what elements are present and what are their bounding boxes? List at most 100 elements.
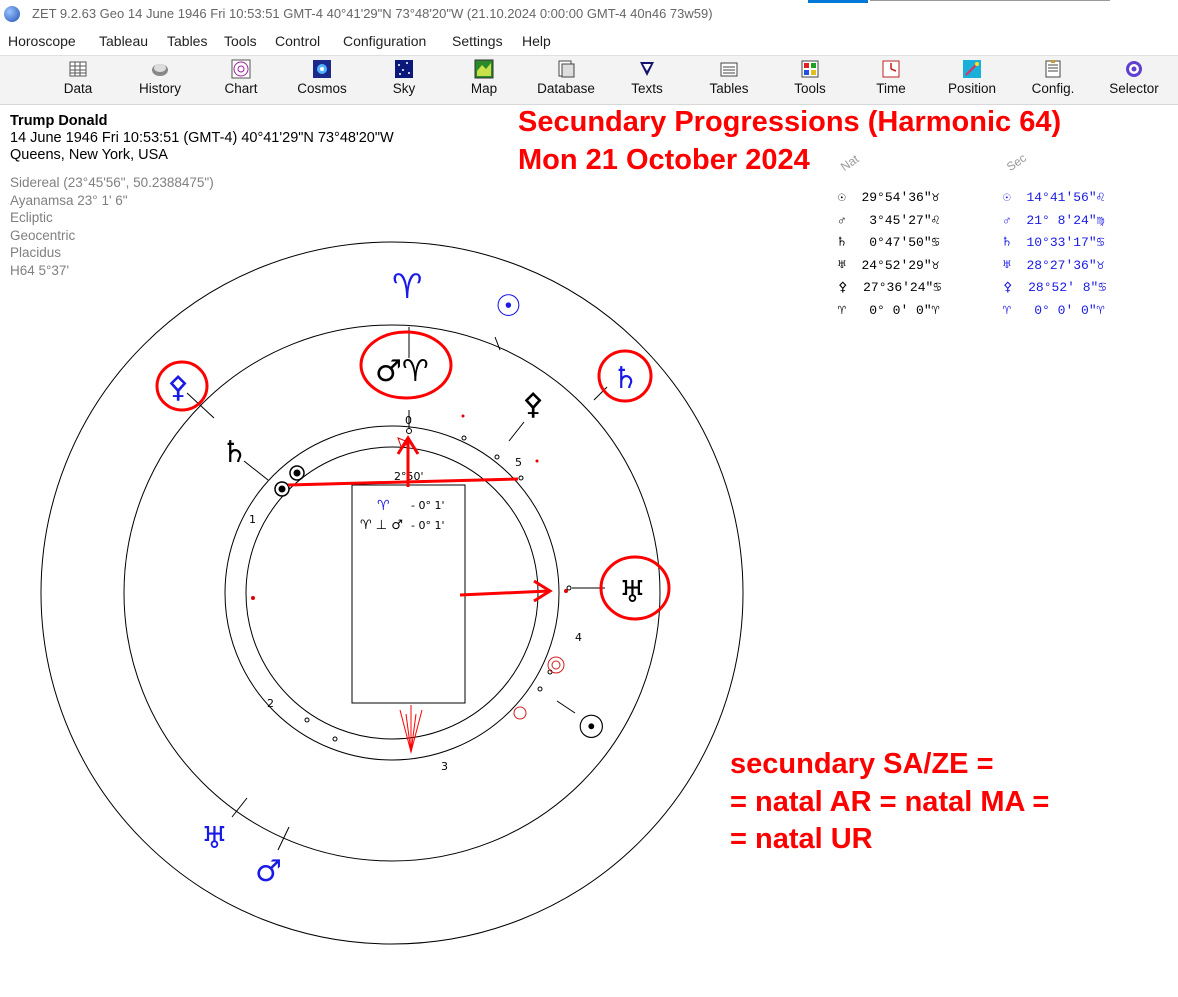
menu-tables[interactable]: Tables xyxy=(167,33,207,49)
house-label-0: 0 xyxy=(405,414,412,427)
toolbar-position-button[interactable]: Position xyxy=(937,59,1007,96)
toolbar-database-label: Database xyxy=(537,81,595,96)
menu-settings[interactable]: Settings xyxy=(452,33,503,49)
toolbar-selector-label: Selector xyxy=(1109,81,1159,96)
red-marker xyxy=(564,589,568,593)
highlight-saturn xyxy=(597,349,653,403)
sun-glyph-outer: ☉ xyxy=(495,289,522,324)
tools-icon xyxy=(801,60,819,78)
house-label-3: 3 xyxy=(441,760,448,773)
secundary-sign: ♌ xyxy=(1096,190,1105,205)
tables-icon xyxy=(720,62,738,77)
secundary-position: 14°41'56" xyxy=(1026,190,1097,205)
config-icon xyxy=(1045,60,1061,78)
house-label-1: 1 xyxy=(249,513,256,526)
secundary-position: 10°33'17" xyxy=(1026,235,1097,250)
toolbar-chart-label: Chart xyxy=(224,81,258,96)
secundary-glyph: ♈ xyxy=(1003,302,1027,318)
toolbar-chart-button[interactable]: Chart xyxy=(206,59,276,96)
setting-zodiac: Sidereal (23°45'56", 50.2388475") xyxy=(10,175,214,190)
secundary-positions-table: ☉ 14°41'56"♌ ♂ 21° 8'24"♍ ♄ 10°33'17"♋ ♅ 28… xyxy=(1003,187,1106,322)
toolbar-map-button[interactable]: Map xyxy=(449,59,519,96)
toolbar-config-label: Config. xyxy=(1031,81,1075,96)
toolbar-tables-button[interactable]: Tables xyxy=(694,59,764,96)
chart-settings: Sidereal (23°45'56", 50.2388475") Ayanam… xyxy=(10,174,214,279)
toolbar-cosmos-button[interactable]: Cosmos xyxy=(287,59,357,96)
sa-ze-glyph-inner: ⚴ xyxy=(522,387,544,422)
secundary-row: ⚴ 28°52' 8"♋ xyxy=(1003,277,1106,300)
middle-ring xyxy=(123,324,661,862)
natal-sign: ♌ xyxy=(931,212,940,228)
toolbar-database-button[interactable]: Database xyxy=(531,59,601,96)
annotation-note-1: secundary SA/ZE = xyxy=(730,748,994,780)
menu-horoscope[interactable]: Horoscope xyxy=(8,33,76,49)
aspect-mars-aries: ♈ ⊥ ♂ xyxy=(360,518,403,533)
red-small-triangle xyxy=(397,437,409,450)
saturn-bullseye-center xyxy=(293,469,301,477)
menu-bar: Horoscope Tableau Tables Tools Control C… xyxy=(0,31,1178,53)
saturn-glyph-outer: ♄ xyxy=(612,361,639,396)
toolbar-tools-button[interactable]: Tools xyxy=(775,59,845,96)
sec-column-header: Sec xyxy=(1003,150,1029,174)
natal-position: 29°54'36" xyxy=(861,190,932,205)
inner-ring-inner xyxy=(245,446,539,740)
toolbar-config-button[interactable]: Config. xyxy=(1018,59,1088,96)
map-icon xyxy=(474,59,494,79)
red-marker xyxy=(461,414,465,418)
sun-tick-inner xyxy=(556,700,576,714)
natal-glyph: ♄ xyxy=(838,235,862,250)
position-icon xyxy=(963,60,981,78)
app-globe-icon[interactable] xyxy=(4,6,20,22)
highlight-uranus xyxy=(599,555,671,621)
menu-help[interactable]: Help xyxy=(522,33,551,49)
natal-row: ⚴ 27°36'24"♋ xyxy=(838,277,941,300)
secundary-position: 21° 8'24" xyxy=(1026,212,1097,228)
red-ring-marker-inner xyxy=(551,660,561,670)
secundary-glyph: ♄ xyxy=(1003,235,1027,250)
toolbar-selector-button[interactable]: Selector xyxy=(1099,59,1169,96)
menu-tableau[interactable]: Tableau xyxy=(99,33,148,49)
toolbar-history-label: History xyxy=(138,81,181,96)
menu-control[interactable]: Control xyxy=(275,33,320,49)
secundary-position: 0° 0' 0" xyxy=(1026,302,1097,318)
toolbar: Data History Chart Cosmos Sky Map Databa… xyxy=(0,55,1178,105)
mars-aries-glyph-inner: ♂♈ xyxy=(375,354,429,389)
secundary-sign: ♍ xyxy=(1096,212,1105,228)
database-icon xyxy=(558,60,575,78)
secundary-glyph: ♂ xyxy=(1003,212,1027,228)
secundary-sign: ♉ xyxy=(1096,257,1105,273)
toolbar-texts-button[interactable]: Texts xyxy=(612,59,682,96)
saturn-bullseye-2 xyxy=(274,481,290,497)
person-name: Trump Donald xyxy=(10,113,108,129)
birth-place: Queens, New York, USA xyxy=(10,147,168,163)
sky-stars-icon xyxy=(395,60,413,78)
nat-column-header: Nat xyxy=(837,151,862,174)
saturn-bullseye xyxy=(289,465,305,481)
saturn-tick-inner xyxy=(243,460,269,481)
uranus-glyph-outer: ♅ xyxy=(201,821,228,856)
outer-ring-secundary xyxy=(40,241,744,945)
menu-configuration[interactable]: Configuration xyxy=(343,33,426,49)
toolbar-time-button[interactable]: Time xyxy=(856,59,926,96)
secundary-row: ☉ 14°41'56"♌ xyxy=(1003,187,1106,210)
natal-row: ☉ 29°54'36"♉ xyxy=(838,187,941,210)
annotation-note-2: = natal AR = natal MA = xyxy=(730,786,1050,818)
inner-dot xyxy=(518,475,524,481)
natal-position: 0°47'50" xyxy=(861,235,932,250)
toolbar-history-button[interactable]: History xyxy=(125,59,195,96)
menu-tools[interactable]: Tools xyxy=(224,33,257,49)
natal-glyph: ♈ xyxy=(838,302,862,318)
red-arrow-right-shaft xyxy=(459,589,550,597)
house-label-4: 4 xyxy=(575,631,582,644)
annotation-date: Mon 21 October 2024 xyxy=(518,144,810,176)
toolbar-data-button[interactable]: Data xyxy=(43,59,113,96)
saturn-tick-outer xyxy=(593,386,608,401)
natal-sign: ♋ xyxy=(931,235,940,250)
toolbar-sky-button[interactable]: Sky xyxy=(369,59,439,96)
mars-tick-outer xyxy=(277,826,290,851)
saturn-bullseye-2-center xyxy=(278,485,286,493)
inner-dot xyxy=(537,686,543,692)
house-label-5: 5 xyxy=(515,456,522,469)
secundary-row: ♅ 28°27'36"♉ xyxy=(1003,255,1106,278)
secundary-glyph: ☉ xyxy=(1003,190,1027,205)
